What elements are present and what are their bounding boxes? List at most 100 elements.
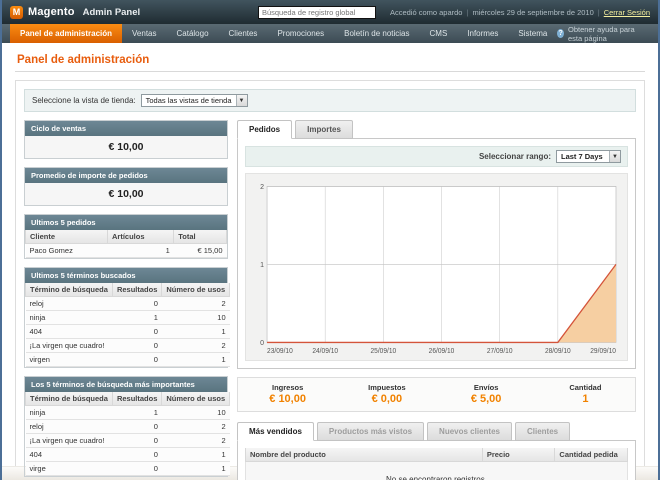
last-orders-box: Ultimos 5 pedidos Cliente Artículos Tota… xyxy=(24,214,228,259)
empty-records-message: No se encontraron registros. xyxy=(245,462,628,480)
average-order-value: € 10,00 xyxy=(25,183,227,205)
table-row[interactable]: reloj 0 2 xyxy=(26,420,230,434)
table-row[interactable]: virge 0 1 xyxy=(26,462,230,476)
total-value: € 0,00 xyxy=(337,393,436,405)
store-switcher-label: Seleccione la vista de tienda: xyxy=(32,96,136,105)
svg-text:26/09/10: 26/09/10 xyxy=(429,348,455,355)
table-row[interactable]: Paco Gomez 1 € 15,00 xyxy=(26,244,227,258)
nav-item-newsletter[interactable]: Boletín de noticias xyxy=(334,24,419,43)
range-select[interactable]: Last 7 Days ▼ xyxy=(556,150,621,163)
last-orders-table: Cliente Artículos Total Paco Gomez 1 € 1… xyxy=(25,230,227,258)
range-label: Seleccionar rango: xyxy=(479,152,551,161)
svg-text:24/09/10: 24/09/10 xyxy=(312,348,338,355)
store-view-select[interactable]: Todas las vistas de tienda ▼ xyxy=(141,94,248,107)
cell-uses: 1 xyxy=(162,325,230,339)
cell-results: 0 xyxy=(112,325,161,339)
cell-total: € 15,00 xyxy=(174,244,227,258)
table-row[interactable]: ¡La virgen que cuadro! 0 2 xyxy=(26,339,230,353)
tab-orders[interactable]: Pedidos xyxy=(237,120,292,139)
top-search-title: Los 5 términos de búsqueda más important… xyxy=(25,377,227,392)
help-link[interactable]: ? Obtener ayuda para esta página xyxy=(557,24,658,43)
total-value: € 5,00 xyxy=(437,393,536,405)
table-row[interactable]: 404 0 1 xyxy=(26,448,230,462)
page-title: Panel de administración xyxy=(17,54,645,66)
table-row[interactable]: reloj 0 2 xyxy=(26,297,230,311)
magento-logo-icon: M xyxy=(10,6,23,19)
diagram-tabs: Pedidos Importes xyxy=(237,120,636,139)
cell-uses: 10 xyxy=(162,406,230,420)
store-switcher-bar: Seleccione la vista de tienda: Todas las… xyxy=(24,89,636,112)
column-header: Total xyxy=(174,230,227,244)
svg-text:1: 1 xyxy=(260,261,264,269)
nav-item-promotions[interactable]: Promociones xyxy=(267,24,334,43)
svg-text:0: 0 xyxy=(260,339,264,347)
cell-term: 404 xyxy=(26,325,113,339)
dropdown-arrow-icon: ▼ xyxy=(609,151,620,162)
total-quantity: Cantidad 1 xyxy=(536,383,635,405)
column-header: Término de búsqueda xyxy=(26,392,113,406)
nav-item-catalog[interactable]: Catálogo xyxy=(167,24,219,43)
table-row[interactable]: ¡La virgen que cuadro! 0 2 xyxy=(26,434,230,448)
range-bar: Seleccionar rango: Last 7 Days ▼ xyxy=(245,146,628,167)
cell-uses: 1 xyxy=(162,448,230,462)
column-header: Precio xyxy=(482,448,555,462)
tab-bestsellers[interactable]: Más vendidos xyxy=(237,422,314,441)
svg-text:28/09/10: 28/09/10 xyxy=(545,348,571,355)
total-label: Cantidad xyxy=(536,383,635,392)
cell-results: 0 xyxy=(112,420,161,434)
nav-item-system[interactable]: Sistema xyxy=(508,24,557,43)
current-date: miércoles 29 de septiembre de 2010 xyxy=(472,8,593,17)
svg-text:27/09/10: 27/09/10 xyxy=(487,348,513,355)
logout-link[interactable]: Cerrar Sesión xyxy=(604,8,650,17)
tab-most-viewed[interactable]: Productos más vistos xyxy=(317,422,424,441)
last-search-table: Término de búsqueda Resultados Número de… xyxy=(25,283,230,367)
nav-item-dashboard[interactable]: Panel de administración xyxy=(10,24,122,43)
table-row[interactable]: virgen 0 1 xyxy=(26,353,230,367)
chart-area: 01223/09/1024/09/1025/09/1026/09/1027/09… xyxy=(245,173,628,361)
column-header: Término de búsqueda xyxy=(26,283,113,297)
svg-text:23/09/10: 23/09/10 xyxy=(267,348,293,355)
nav-item-customers[interactable]: Clientes xyxy=(219,24,268,43)
logo-text: Magento xyxy=(28,6,75,18)
cell-results: 1 xyxy=(112,311,161,325)
total-shipping: Envíos € 5,00 xyxy=(437,383,536,405)
logo-subtitle: Admin Panel xyxy=(83,7,141,18)
tab-new-customers[interactable]: Nuevos clientes xyxy=(427,422,512,441)
dashboard-sidebar: Ciclo de ventas € 10,00 Promedio de impo… xyxy=(24,120,228,480)
nav-item-cms[interactable]: CMS xyxy=(420,24,458,43)
column-header: Cantidad pedida xyxy=(555,448,628,462)
tab-customers[interactable]: Clientes xyxy=(515,422,570,441)
average-order-box: Promedio de importe de pedidos € 10,00 xyxy=(24,167,228,206)
dropdown-arrow-icon: ▼ xyxy=(236,95,247,106)
logged-in-as: Accedió como apardo xyxy=(390,8,463,17)
cell-results: 0 xyxy=(112,462,161,476)
cell-uses: 2 xyxy=(162,339,230,353)
cell-uses: 1 xyxy=(162,353,230,367)
total-value: € 10,00 xyxy=(238,393,337,405)
global-search-input[interactable] xyxy=(258,6,376,19)
title-divider xyxy=(15,71,645,72)
cell-term: reloj xyxy=(26,297,113,311)
total-tax: Impuestos € 0,00 xyxy=(337,383,436,405)
tab-amounts[interactable]: Importes xyxy=(295,120,353,139)
table-row[interactable]: ninja 1 10 xyxy=(26,406,230,420)
cell-results: 1 xyxy=(112,406,161,420)
dashboard-main: Pedidos Importes Seleccionar rango: Last… xyxy=(237,120,636,480)
dashboard-container: Seleccione la vista de tienda: Todas las… xyxy=(15,80,645,480)
column-header: Artículos xyxy=(107,230,173,244)
total-label: Envíos xyxy=(437,383,536,392)
lifetime-sales-box: Ciclo de ventas € 10,00 xyxy=(24,120,228,159)
cell-term: virgen xyxy=(26,353,113,367)
grid-tabs: Más vendidos Productos más vistos Nuevos… xyxy=(237,422,636,441)
total-value: 1 xyxy=(536,393,635,405)
top-search-box: Los 5 términos de búsqueda más important… xyxy=(24,376,228,477)
content-area: Panel de administración Seleccione la vi… xyxy=(2,43,658,466)
cell-term: ninja xyxy=(26,311,113,325)
table-row[interactable]: 404 0 1 xyxy=(26,325,230,339)
nav-item-reports[interactable]: Informes xyxy=(457,24,508,43)
table-row[interactable]: ninja 1 10 xyxy=(26,311,230,325)
last-orders-title: Ultimos 5 pedidos xyxy=(25,215,227,230)
nav-item-sales[interactable]: Ventas xyxy=(122,24,166,43)
cell-results: 0 xyxy=(112,353,161,367)
svg-text:25/09/10: 25/09/10 xyxy=(371,348,397,355)
